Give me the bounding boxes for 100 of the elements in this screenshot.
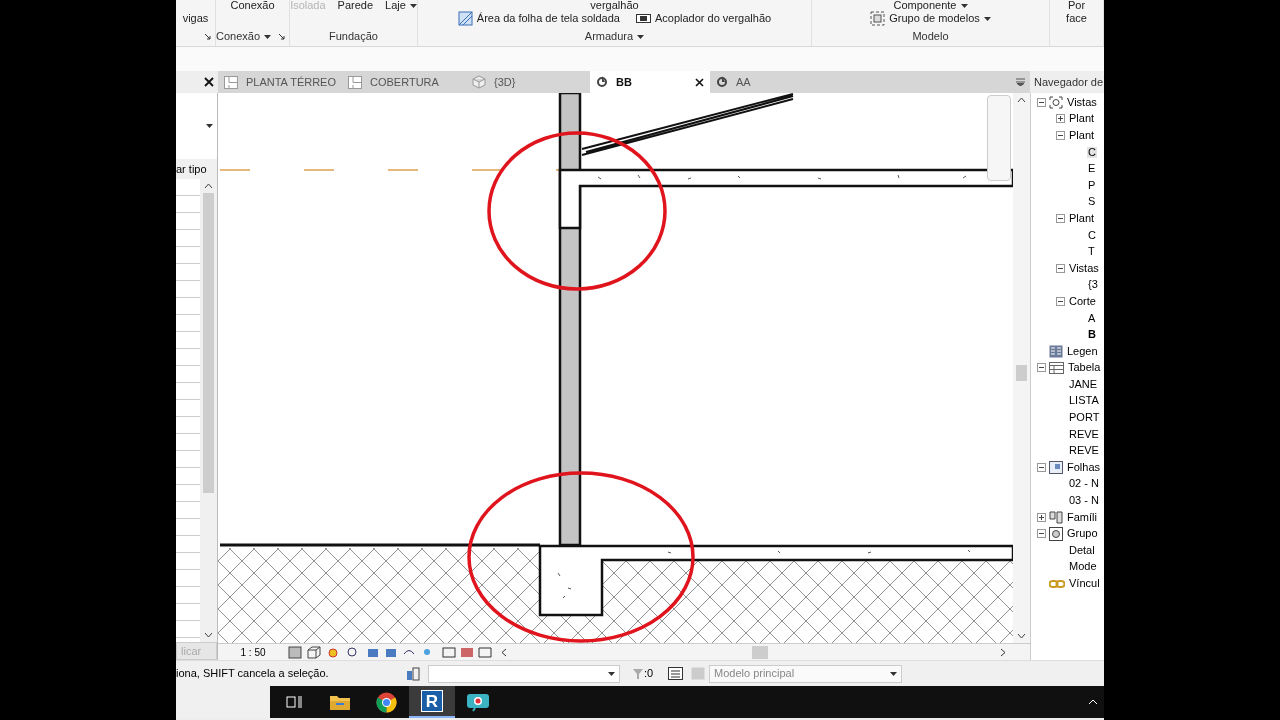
caret-icon bbox=[608, 671, 615, 676]
collapse-icon[interactable] bbox=[1056, 263, 1065, 273]
browser-item[interactable]: Vistas bbox=[1066, 96, 1098, 108]
caret-icon bbox=[206, 124, 213, 128]
collapse-icon[interactable] bbox=[1037, 462, 1046, 472]
table-icon bbox=[1049, 361, 1064, 374]
ribbon-tool[interactable]: Área da folha de tela soldada bbox=[453, 11, 624, 26]
launcher-icon[interactable] bbox=[205, 33, 211, 40]
ribbon-tool[interactable]: vigas bbox=[178, 13, 213, 24]
sheets-icon bbox=[1049, 460, 1063, 474]
browser-item[interactable]: Víncul bbox=[1068, 578, 1101, 589]
close-icon[interactable] bbox=[204, 77, 214, 87]
close-icon[interactable] bbox=[695, 77, 704, 87]
status-message: iona, SHIFT cancela a seleção. bbox=[176, 666, 330, 682]
caret-icon bbox=[264, 34, 272, 39]
caret-icon bbox=[983, 16, 991, 21]
view-control-icons[interactable] bbox=[288, 645, 493, 659]
dropdown-field[interactable] bbox=[428, 664, 620, 683]
browser-item[interactable]: Famíli bbox=[1066, 511, 1098, 523]
chevron-down-icon[interactable] bbox=[204, 632, 213, 638]
browser-item[interactable]: Folhas bbox=[1066, 461, 1102, 473]
families-icon bbox=[1049, 510, 1063, 524]
ribbon-tool[interactable]: vergalhão bbox=[586, 0, 643, 11]
browser-item[interactable]: 03 - N bbox=[1068, 495, 1100, 507]
panel-label: Fundação bbox=[329, 29, 378, 45]
browser-item[interactable]: S bbox=[1087, 196, 1097, 208]
chevron-left-icon[interactable] bbox=[501, 647, 507, 657]
chevron-right-icon[interactable] bbox=[1000, 647, 1006, 657]
list-icon[interactable] bbox=[668, 667, 683, 680]
collapse-icon[interactable] bbox=[1037, 97, 1046, 107]
browser-item[interactable]: REVE bbox=[1068, 428, 1100, 440]
launcher-icon[interactable] bbox=[279, 33, 285, 40]
browser-item[interactable]: Legen bbox=[1066, 345, 1099, 357]
browser-item[interactable]: Vistas bbox=[1068, 262, 1100, 274]
browser-item[interactable]: Plant bbox=[1068, 212, 1096, 224]
browser-item[interactable]: C bbox=[1087, 229, 1097, 241]
browser-item[interactable]: Plant bbox=[1068, 130, 1096, 141]
ribbon-tool[interactable]: Acoplador do vergalhão bbox=[631, 13, 776, 24]
selection-count: :0 bbox=[644, 666, 655, 682]
browser-item[interactable]: {3 bbox=[1087, 279, 1099, 291]
scrollbar[interactable] bbox=[1013, 93, 1030, 643]
browser-item[interactable]: LISTA bbox=[1068, 395, 1100, 407]
folder-icon bbox=[329, 693, 351, 711]
browser-item[interactable]: JANE bbox=[1068, 378, 1099, 390]
panel-label: Conexão bbox=[216, 29, 261, 45]
collapse-icon[interactable] bbox=[1056, 213, 1065, 223]
chevron-up-icon[interactable] bbox=[1017, 97, 1026, 103]
expand-icon[interactable] bbox=[1037, 512, 1046, 522]
browser-item[interactable]: REVE bbox=[1068, 445, 1100, 457]
view-tab[interactable]: AA bbox=[710, 71, 834, 93]
browser-item[interactable]: P bbox=[1087, 179, 1097, 191]
view-tab[interactable]: COBERTURA bbox=[342, 71, 466, 93]
browser-item[interactable]: Plant bbox=[1068, 113, 1096, 125]
browser-item[interactable]: E bbox=[1087, 163, 1097, 175]
scroll-thumb[interactable] bbox=[1016, 365, 1027, 381]
browser-item[interactable]: T bbox=[1087, 246, 1096, 258]
scroll-thumb[interactable] bbox=[203, 193, 214, 493]
scale-label[interactable]: 1 : 50 bbox=[218, 644, 288, 660]
collapse-icon[interactable] bbox=[1037, 363, 1046, 373]
ribbon-tool[interactable]: Componente bbox=[889, 0, 972, 11]
cube-icon bbox=[472, 75, 486, 89]
ribbon-tool[interactable]: Grupo de modelos bbox=[866, 11, 995, 26]
chevron-down-icon[interactable] bbox=[1017, 633, 1026, 639]
scroll-thumb[interactable] bbox=[752, 645, 768, 659]
edit-type-label[interactable]: ar tipo bbox=[176, 159, 217, 179]
expand-icon[interactable] bbox=[1056, 114, 1065, 124]
taskbar-app[interactable]: R bbox=[409, 686, 455, 718]
browser-item[interactable]: A bbox=[1087, 312, 1097, 324]
browser-item[interactable]: Tabela bbox=[1067, 362, 1102, 374]
browser-item[interactable]: Grupo bbox=[1066, 528, 1099, 540]
ribbon-tool[interactable]: Parede bbox=[333, 0, 378, 11]
camera-icon bbox=[466, 692, 490, 712]
browser-item[interactable]: Mode bbox=[1068, 561, 1098, 573]
view-tab[interactable]: {3D} bbox=[466, 71, 590, 93]
browser-item[interactable]: C bbox=[1087, 146, 1097, 158]
worksets-icon[interactable] bbox=[406, 666, 420, 681]
ribbon-tool[interactable]: Conexão bbox=[226, 0, 279, 11]
views-icon bbox=[1049, 95, 1063, 109]
mesh-icon bbox=[457, 11, 473, 26]
browser-item[interactable]: Corte bbox=[1068, 295, 1097, 307]
browser-item[interactable]: 02 - N bbox=[1068, 478, 1100, 490]
collapse-icon[interactable] bbox=[1056, 296, 1065, 306]
app-letter-icon: R bbox=[421, 690, 443, 712]
ribbon-tool[interactable]: face bbox=[1062, 13, 1091, 24]
chevron-up-icon[interactable] bbox=[204, 183, 213, 189]
group-icon bbox=[870, 11, 886, 26]
ribbon-tool[interactable]: Por bbox=[1063, 0, 1090, 11]
floor-plan-icon bbox=[348, 75, 362, 89]
ribbon-tool[interactable]: Laje bbox=[381, 0, 421, 11]
browser-item[interactable]: PORT bbox=[1068, 412, 1101, 424]
collapse-icon[interactable] bbox=[1056, 131, 1065, 140]
collapse-icon[interactable] bbox=[1037, 529, 1046, 539]
caret-icon bbox=[960, 3, 968, 8]
panel-label: Modelo bbox=[912, 29, 949, 45]
chain-link-icon bbox=[1049, 579, 1065, 588]
menu-icon[interactable] bbox=[1016, 78, 1025, 86]
browser-item[interactable]: Detal bbox=[1068, 544, 1096, 556]
view-tab[interactable]: BB bbox=[590, 71, 710, 93]
browser-item[interactable]: B bbox=[1087, 329, 1097, 341]
view-tab[interactable]: PLANTA TÉRREO bbox=[218, 71, 342, 93]
